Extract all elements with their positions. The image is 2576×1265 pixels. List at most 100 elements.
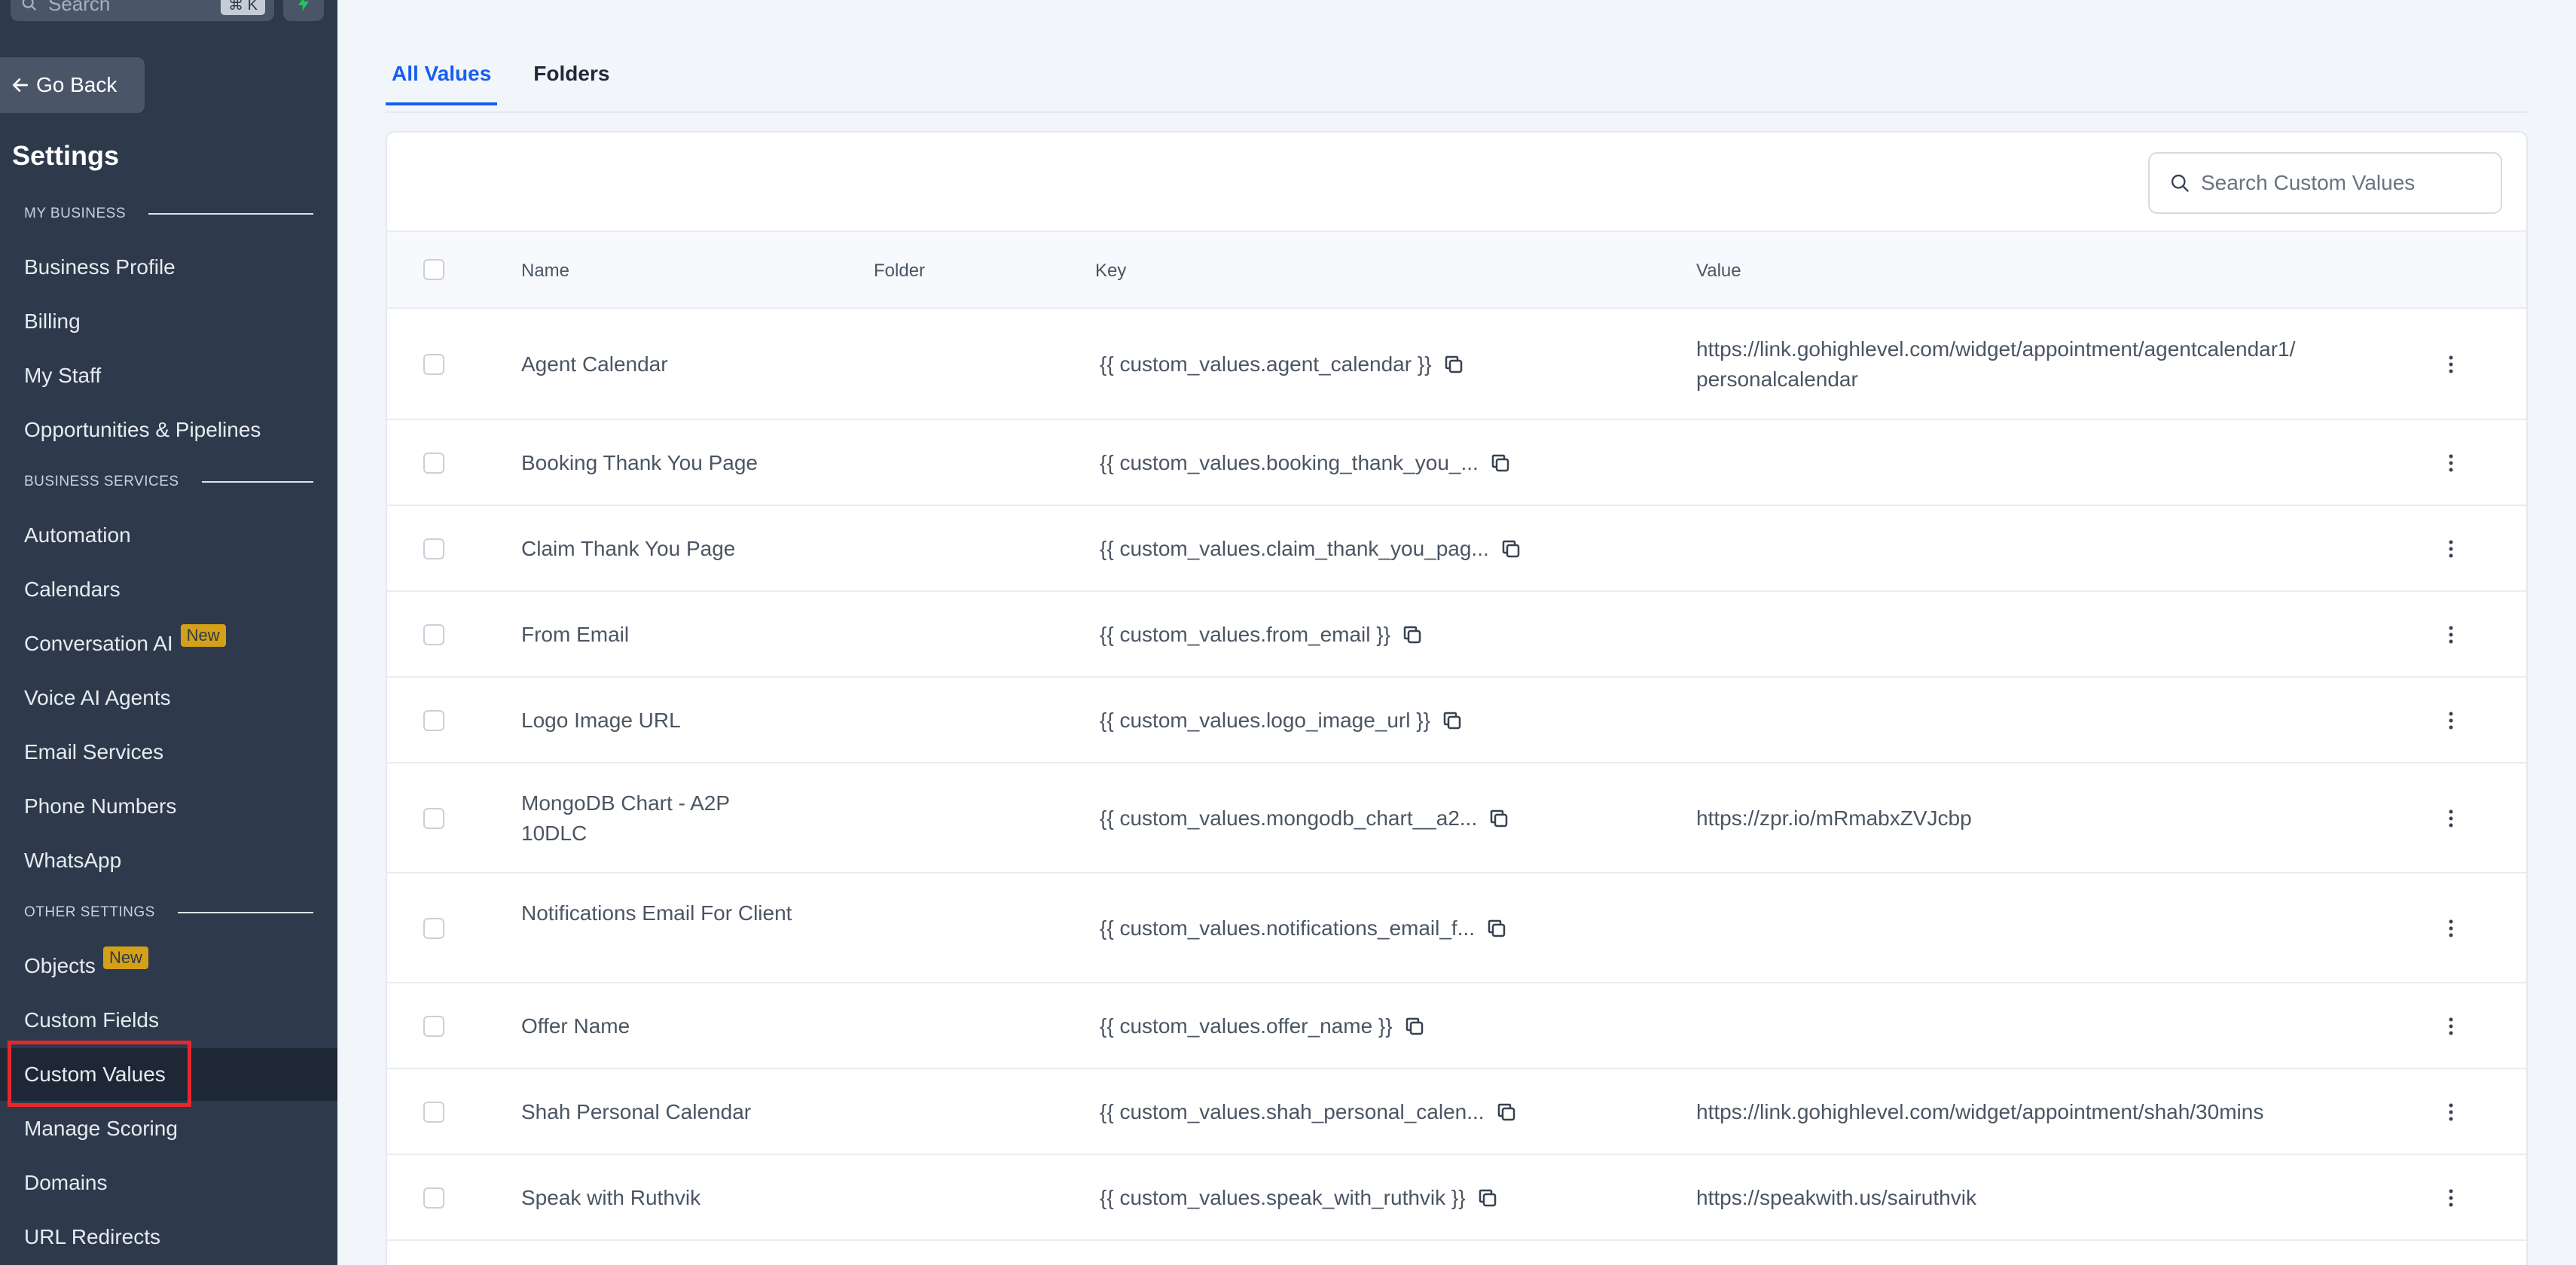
row-checkbox[interactable]: [423, 354, 444, 375]
sidebar-item-my-staff[interactable]: My Staff: [0, 349, 337, 402]
tab-all-values[interactable]: All Values: [386, 45, 498, 105]
section-business-services: BUSINESS SERVICES: [24, 474, 313, 490]
row-key: {{ custom_values.shah_personal_calen...: [1100, 1097, 1518, 1127]
row-menu-button[interactable]: [2442, 803, 2460, 834]
row-menu-button[interactable]: [2442, 1097, 2460, 1127]
copy-icon[interactable]: [1485, 917, 1508, 940]
sidebar-item-label: My Staff: [24, 364, 102, 387]
sidebar-item-label: Voice AI Agents: [24, 686, 171, 709]
select-all-checkbox[interactable]: [423, 259, 444, 280]
row-value: https://link.gohighlevel.com/widget/appo…: [1696, 337, 2296, 391]
search-custom-values[interactable]: [2148, 152, 2502, 214]
more-vertical-icon: [2449, 355, 2453, 373]
table-row[interactable]: Claim Thank You Page {{ custom_values.cl…: [387, 506, 2526, 592]
sidebar-item-opportunities-pipelines[interactable]: Opportunities & Pipelines: [0, 404, 337, 456]
copy-icon[interactable]: [1489, 452, 1512, 474]
quick-action-button[interactable]: [283, 0, 324, 21]
row-menu-button[interactable]: [2442, 534, 2460, 564]
row-menu-button[interactable]: [2442, 1183, 2460, 1213]
table-row[interactable]: Logo Image URL {{ custom_values.logo_ima…: [387, 678, 2526, 764]
row-key: {{ custom_values.offer_name }}: [1100, 1011, 1426, 1041]
row-value: https://link.gohighlevel.com/widget/appo…: [1696, 1100, 2264, 1123]
row-menu-button[interactable]: [2442, 349, 2460, 380]
row-menu-button[interactable]: [2442, 1011, 2460, 1041]
sidebar-item-phone-numbers[interactable]: Phone Numbers: [0, 780, 337, 833]
sidebar-item-automation[interactable]: Automation: [0, 509, 337, 562]
row-name: MongoDB Chart - A2P 10DLC: [521, 791, 730, 845]
row-name: Logo Image URL: [521, 709, 681, 732]
table-row[interactable]: Offer Name {{ custom_values.offer_name }…: [387, 983, 2526, 1069]
row-key-text: {{ custom_values.offer_name }}: [1100, 1014, 1393, 1038]
sidebar-item-calendars[interactable]: Calendars: [0, 563, 337, 616]
table-header: Name Folder Key Value: [387, 230, 2526, 309]
sidebar-item-custom-fields[interactable]: Custom Fields: [0, 994, 337, 1047]
sidebar-item-voice-ai-agents[interactable]: Voice AI Agents: [0, 672, 337, 724]
table-row[interactable]: Notifications Email For Client {{ custom…: [387, 873, 2526, 983]
row-menu-button[interactable]: [2442, 620, 2460, 650]
copy-icon[interactable]: [1488, 807, 1510, 830]
sidebar-search[interactable]: Search ⌘ K: [11, 0, 274, 21]
sidebar-item-label: Billing: [24, 309, 81, 333]
row-checkbox[interactable]: [423, 918, 444, 939]
row-checkbox[interactable]: [423, 710, 444, 731]
row-key: {{ custom_values.logo_image_url }}: [1100, 706, 1463, 736]
sidebar-item-conversation-ai[interactable]: Conversation AI New: [0, 617, 337, 670]
sidebar-item-business-profile[interactable]: Business Profile: [0, 241, 337, 294]
table-row[interactable]: Booking Thank You Page {{ custom_values.…: [387, 420, 2526, 506]
row-key-text: {{ custom_values.shah_personal_calen...: [1100, 1100, 1485, 1123]
section-divider: [201, 481, 313, 483]
copy-icon[interactable]: [1495, 1101, 1518, 1123]
sidebar-item-billing[interactable]: Billing: [0, 295, 337, 348]
copy-icon[interactable]: [1442, 353, 1465, 376]
table-row[interactable]: From Email {{ custom_values.from_email }…: [387, 592, 2526, 678]
table-row[interactable]: Agent Calendar {{ custom_values.agent_ca…: [387, 309, 2526, 420]
go-back-button[interactable]: Go Back: [0, 57, 145, 113]
copy-icon[interactable]: [1500, 538, 1522, 560]
row-menu-button[interactable]: [2442, 448, 2460, 478]
row-checkbox[interactable]: [423, 1187, 444, 1209]
sidebar-item-label: Domains: [24, 1171, 108, 1194]
copy-icon[interactable]: [1403, 1015, 1426, 1038]
row-key-text: {{ custom_values.mongodb_chart__a2...: [1100, 806, 1478, 830]
custom-values-page: All Values Folders Name Folder Key Value…: [337, 0, 2576, 1265]
settings-sidebar: Search ⌘ K Go Back Settings MY BUSINESS …: [0, 0, 337, 1265]
copy-icon[interactable]: [1476, 1187, 1499, 1209]
row-checkbox[interactable]: [423, 808, 444, 829]
sidebar-item-label: Phone Numbers: [24, 794, 177, 818]
table-row[interactable]: Speak with Ruthvik {{ custom_values.spea…: [387, 1155, 2526, 1241]
copy-icon[interactable]: [1441, 709, 1463, 732]
new-badge: New: [102, 946, 148, 969]
row-checkbox[interactable]: [423, 1016, 444, 1037]
row-key: {{ custom_values.notifications_email_f..…: [1100, 913, 1508, 943]
section-label: BUSINESS SERVICES: [24, 474, 179, 489]
row-checkbox[interactable]: [423, 538, 444, 559]
row-menu-button[interactable]: [2442, 706, 2460, 736]
row-checkbox[interactable]: [423, 1102, 444, 1123]
column-header-name[interactable]: Name: [521, 261, 569, 282]
sidebar-item-url-redirects[interactable]: URL Redirects: [0, 1211, 337, 1263]
search-custom-values-input[interactable]: [2201, 171, 2487, 195]
table-row[interactable]: Shah Personal Calendar {{ custom_values.…: [387, 1069, 2526, 1155]
highlight-annotation: [8, 1041, 191, 1107]
sidebar-item-manage-scoring[interactable]: Manage Scoring: [0, 1102, 337, 1155]
more-vertical-icon: [2449, 712, 2453, 730]
sidebar-item-objects[interactable]: Objects New: [0, 940, 337, 992]
sidebar-item-whatsapp[interactable]: WhatsApp: [0, 834, 337, 887]
sidebar-item-domains[interactable]: Domains: [0, 1157, 337, 1209]
row-key: {{ custom_values.mongodb_chart__a2...: [1100, 803, 1510, 834]
row-checkbox[interactable]: [423, 624, 444, 645]
row-value: https://zpr.io/mRmabxZVJcbp: [1696, 806, 1972, 830]
sidebar-item-email-services[interactable]: Email Services: [0, 726, 337, 779]
row-key-text: {{ custom_values.claim_thank_you_pag...: [1100, 537, 1489, 560]
search-icon: [22, 0, 37, 11]
copy-icon[interactable]: [1401, 623, 1424, 646]
column-header-folder[interactable]: Folder: [874, 261, 925, 282]
tab-bar: All Values Folders: [386, 45, 646, 105]
table-row[interactable]: MongoDB Chart - A2P 10DLC {{ custom_valu…: [387, 764, 2526, 873]
more-vertical-icon: [2449, 626, 2453, 644]
column-header-key[interactable]: Key: [1095, 261, 1126, 282]
row-menu-button[interactable]: [2442, 913, 2460, 943]
row-checkbox[interactable]: [423, 453, 444, 474]
tab-folders[interactable]: Folders: [527, 45, 615, 105]
column-header-value[interactable]: Value: [1696, 261, 1741, 282]
